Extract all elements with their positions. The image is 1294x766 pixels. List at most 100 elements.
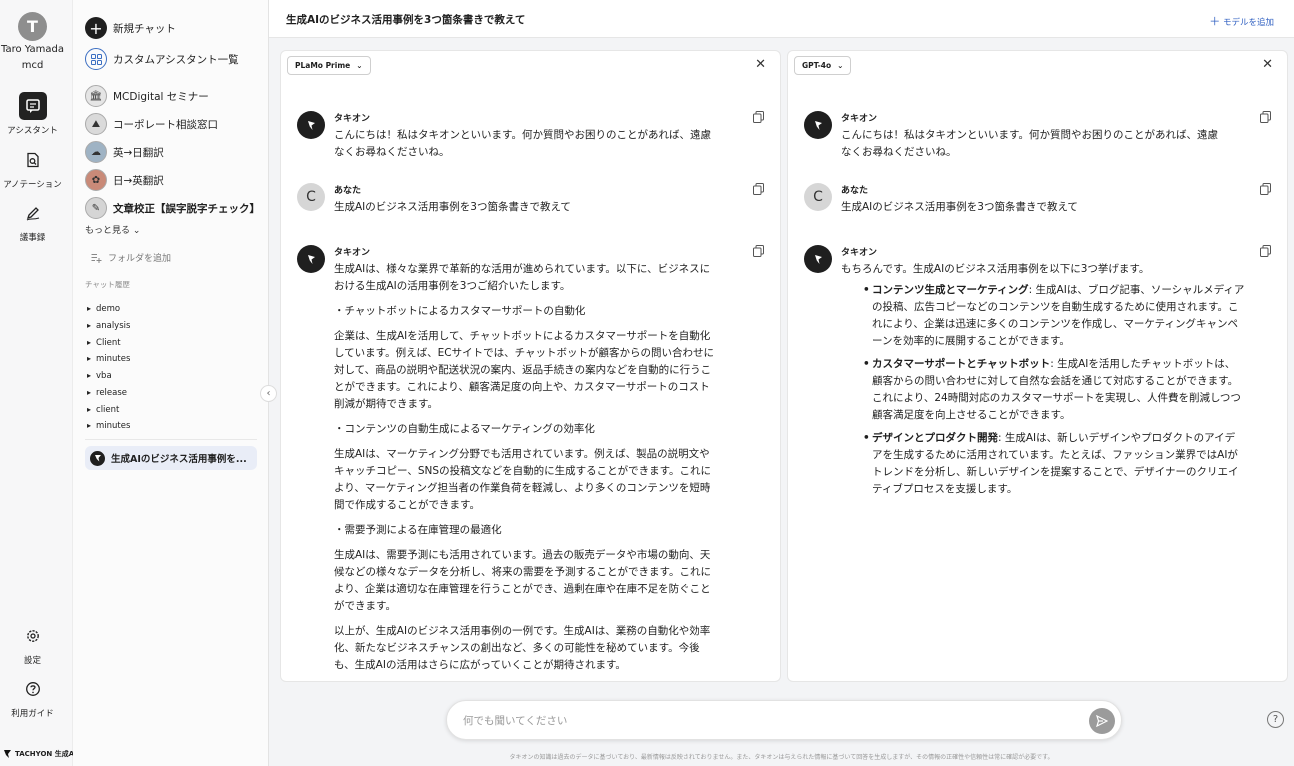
assistant-item-label: 文章校正【誤字脱字チェック】 (113, 202, 260, 215)
rail-settings-label: 設定 (23, 656, 41, 666)
folder-item[interactable]: analysis (87, 321, 130, 331)
rail-annotation[interactable]: アノテーション (0, 146, 65, 190)
assistant-item[interactable]: ✿ 日→英翻訳 (85, 168, 164, 192)
user-message-avatar: C (297, 183, 325, 211)
chat-icon (18, 92, 47, 120)
assistant-avatar-icon: ☁ (85, 141, 107, 163)
tachyon-bot-icon (307, 254, 315, 264)
list-item-title: カスタマーサポートとチャットボット (872, 358, 1051, 370)
folder-item[interactable]: release (87, 388, 127, 398)
model-selector-label: GPT-4o (802, 61, 832, 70)
disclaimer-text: タキオンの知識は過去のデータに基づいており、最新情報は反映されておりません。また… (509, 754, 1054, 761)
assistant-item-label: 日→英翻訳 (113, 174, 164, 187)
message-text: 生成AIは、様々な業界で革新的な活用が進められています。以下に、ビジネスにおける… (334, 261, 718, 681)
user-name: あなた (334, 186, 362, 196)
grid-icon (85, 48, 107, 70)
bot-avatar (297, 111, 325, 139)
chevron-down-icon: ⌄ (837, 61, 844, 70)
folder-item[interactable]: minutes (87, 421, 130, 431)
rail-guide[interactable]: 利用ガイド (0, 675, 65, 719)
copy-icon[interactable] (1260, 245, 1271, 260)
answer-paragraph: 以上が、生成AIのビジネス活用事例の一例です。生成AIは、業務の自動化や効率化、… (334, 625, 711, 671)
assistant-item[interactable]: ⛰ コーポレート相談窓口 (85, 112, 218, 136)
user-avatar[interactable]: T (18, 12, 47, 41)
copy-icon[interactable] (753, 111, 764, 126)
chat-history-item-label: 生成AIのビジネス活用事例を... (111, 454, 247, 465)
assistant-avatar-icon: ✿ (85, 169, 107, 191)
chevron-left-icon: ‹ (266, 388, 271, 399)
user-message-avatar: C (804, 183, 832, 211)
new-chat-button[interactable]: + 新規チャット (85, 16, 176, 40)
rail-assistant-label: アシスタント (7, 126, 58, 136)
chevron-down-icon: ⌄ (132, 226, 141, 236)
folder-item[interactable]: vba (87, 371, 112, 381)
model-selector[interactable]: GPT-4o ⌄ (794, 56, 852, 75)
bot-name: タキオン (841, 248, 878, 258)
plus-icon: ＋ (1209, 15, 1221, 28)
answer-paragraph: ・コンテンツの自動生成によるマーケティングの効率化 (334, 423, 595, 435)
copy-icon[interactable] (753, 183, 764, 198)
tachyon-bot-icon (814, 254, 822, 264)
list-item: デザインとプロダクト開発: 生成AIは、新しいデザインやプロダクトのアイデアを生… (863, 430, 1245, 498)
rail-minutes[interactable]: 議事録 (0, 199, 65, 243)
answer-list: コンテンツ生成とマーケティング: 生成AIは、ブログ記事、ソーシャルメディアの投… (863, 282, 1245, 498)
answer-paragraph: 企業は、生成AIを活用して、チャットボットによるカスタマーサポートを自動化してい… (334, 330, 714, 410)
list-item: カスタマーサポートとチャットボット: 生成AIを活用したチャットボットは、顧客か… (863, 356, 1245, 424)
assistant-avatar-icon: 🏛 (85, 85, 107, 107)
collapse-sidebar-button[interactable]: ‹ (260, 385, 277, 402)
list-item-title: デザインとプロダクト開発 (872, 432, 998, 444)
list-item-title: コンテンツ生成とマーケティング (872, 284, 1029, 296)
sidebar: + 新規チャット カスタムアシスタント一覧 🏛 MCDigital セミナー ⛰… (73, 0, 269, 766)
nav-rail: T Taro Yamada mcd アシスタント アノテーション 議事録 設定 … (0, 0, 77, 766)
add-model-button[interactable]: ＋ モデルを追加 (1209, 13, 1274, 29)
rail-annotation-label: アノテーション (3, 180, 62, 190)
tachyon-bot-icon (307, 120, 315, 130)
answer-paragraph: 生成AIは、様々な業界で革新的な活用が進められています。以下に、ビジネスにおける… (334, 263, 711, 292)
chat-input[interactable] (463, 711, 1063, 731)
model-selector[interactable]: PLaMo Prime ⌄ (287, 56, 371, 75)
show-more-button[interactable]: もっと見る ⌄ (85, 223, 140, 236)
user-org: mcd (21, 60, 44, 71)
list-item: コンテンツ生成とマーケティング: 生成AIは、ブログ記事、ソーシャルメディアの投… (863, 282, 1245, 350)
model-selector-label: PLaMo Prime (295, 61, 351, 70)
close-icon[interactable]: ✕ (1262, 57, 1273, 72)
chat-title: 生成AIのビジネス活用事例を3つ箇条書きで教えて (286, 14, 526, 26)
assistant-item-label: 英→日翻訳 (113, 146, 164, 159)
bot-avatar (297, 245, 325, 273)
user-name: Taro Yamada (1, 44, 64, 55)
message-text: 生成AIのビジネス活用事例を3つ箇条書きで教えて (334, 201, 571, 213)
user-name: あなた (841, 186, 869, 196)
chat-history-item-active[interactable]: 生成AIのビジネス活用事例を... (85, 446, 257, 470)
message-text: もちろんです。生成AIのビジネス活用事例を以下に3つ挙げます。 コンテンツ生成と… (841, 261, 1244, 504)
assistant-item[interactable]: 🏛 MCDigital セミナー (85, 84, 209, 108)
folder-item[interactable]: Client (87, 338, 121, 348)
copy-icon[interactable] (1260, 183, 1271, 198)
pen-icon (19, 199, 47, 227)
send-button[interactable] (1089, 708, 1115, 734)
rail-assistant[interactable]: アシスタント (0, 92, 65, 136)
bot-avatar (804, 245, 832, 273)
model-panel-right: GPT-4o ⌄ ✕ タキオン こんにちは！私はタキオンといいます。何か質問やお困… (787, 50, 1288, 682)
add-folder-button[interactable]: フォルダを追加 (91, 251, 171, 264)
help-icon[interactable]: ? (1267, 711, 1284, 728)
folder-item[interactable]: minutes (87, 354, 130, 364)
divider (85, 439, 257, 440)
assistant-avatar-icon: ✎ (85, 197, 107, 219)
folder-item[interactable]: client (87, 405, 119, 415)
assistant-item[interactable]: ☁ 英→日翻訳 (85, 140, 164, 164)
message-text: こんにちは！私はタキオンといいます。何か質問やお困りのことがあれば、遠慮なくお尋… (841, 129, 1218, 158)
chevron-down-icon: ⌄ (356, 61, 363, 70)
answer-intro: もちろんです。生成AIのビジネス活用事例を以下に3つ挙げます。 (841, 263, 1150, 275)
close-icon[interactable]: ✕ (755, 57, 766, 72)
custom-assistant-list-button[interactable]: カスタムアシスタント一覧 (85, 47, 239, 71)
rail-settings[interactable]: 設定 (0, 622, 65, 666)
brand-logo: TACHYON 生成AI (3, 749, 77, 759)
help-circle-icon (19, 675, 47, 703)
rail-guide-label: 利用ガイド (11, 709, 54, 719)
copy-icon[interactable] (753, 245, 764, 260)
assistant-item[interactable]: ✎ 文章校正【誤字脱字チェック】 (85, 196, 260, 220)
add-folder-label: フォルダを追加 (108, 254, 172, 264)
answer-paragraph: 生成AIは、需要予測にも活用されています。過去の販売データや市場の動向、天候など… (334, 549, 711, 612)
folder-item[interactable]: demo (87, 304, 120, 314)
copy-icon[interactable] (1260, 111, 1271, 126)
